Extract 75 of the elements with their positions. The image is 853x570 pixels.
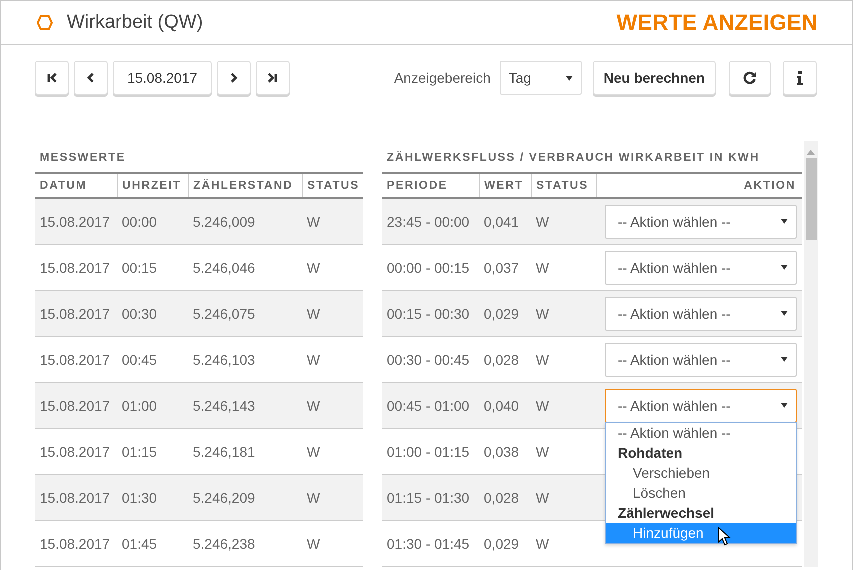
- refresh-icon: [743, 71, 757, 85]
- table-cell: 01:15 - 01:30: [382, 474, 480, 520]
- table-title: MESSWERTE: [40, 152, 126, 164]
- chevron-left-icon: [85, 72, 97, 84]
- chevron-right-icon: [228, 72, 240, 84]
- refresh-button[interactable]: [729, 61, 771, 95]
- table-cell: W: [302, 520, 364, 566]
- table-cell: W: [531, 474, 596, 520]
- date-field[interactable]: 15.08.2017: [113, 61, 212, 95]
- caret-icon: [566, 76, 573, 80]
- column-header: AKTION: [596, 173, 802, 198]
- table-cell: 0,029: [479, 290, 532, 336]
- table-cell: 5.246,075: [188, 290, 302, 336]
- table-cell: 15.08.2017: [35, 520, 117, 566]
- table-cell: W: [531, 198, 596, 244]
- table-cell: 01:45: [117, 520, 188, 566]
- scrollbar-thumb[interactable]: [806, 158, 817, 240]
- action-select[interactable]: -- Aktion wählen --: [605, 388, 798, 422]
- recalculate-button[interactable]: Neu berechnen: [592, 61, 716, 95]
- table-cell: 00:30: [117, 290, 188, 336]
- info-button[interactable]: [783, 61, 817, 95]
- range-label: Anzeigebereich: [394, 70, 491, 86]
- table-cell: 01:00: [117, 382, 188, 428]
- table-cell: 00:15 - 00:30: [382, 290, 480, 336]
- action-select[interactable]: -- Aktion wählen --: [605, 250, 798, 284]
- table-cell: 00:00: [117, 198, 188, 244]
- caret-icon: [781, 219, 788, 224]
- last-button[interactable]: [256, 61, 290, 95]
- option-group-label: Rohdaten: [617, 444, 684, 463]
- table-cell: 01:30 - 01:45: [382, 520, 480, 566]
- caret-icon: [781, 265, 788, 270]
- table-cell: 5.246,209: [188, 474, 302, 520]
- caret-icon: [781, 403, 788, 408]
- table-cell: 15.08.2017: [35, 290, 117, 336]
- next-button[interactable]: [217, 61, 251, 95]
- caret-icon: [781, 357, 788, 362]
- caret-icon: [781, 311, 788, 316]
- table-cell: W: [531, 290, 596, 336]
- dropdown-option[interactable]: Löschen: [606, 483, 796, 503]
- table-cell: 23:45 - 00:00: [382, 198, 480, 244]
- table-cell: 01:30: [117, 474, 188, 520]
- table-cell: 5.246,009: [188, 198, 302, 244]
- dropdown-option[interactable]: Verschieben: [606, 463, 796, 483]
- action-select[interactable]: -- Aktion wählen --: [605, 204, 798, 238]
- table-cell: 5.246,238: [188, 520, 302, 566]
- table-cell: W: [302, 290, 364, 336]
- table-cell: 0,041: [479, 198, 532, 244]
- skip-last-icon: [267, 72, 279, 84]
- table-cell: 0,029: [479, 520, 532, 566]
- range-select[interactable]: Tag: [500, 61, 582, 95]
- table-cell: 15.08.2017: [35, 382, 117, 428]
- option-group-label: Zählerwechsel: [617, 504, 716, 523]
- table-cell: 0,028: [479, 474, 532, 520]
- action-select[interactable]: -- Aktion wählen --: [605, 296, 798, 330]
- table-cell: 00:45 - 01:00: [382, 382, 480, 428]
- table-cell: W: [531, 382, 596, 428]
- dropdown-option[interactable]: -- Aktion wählen --: [606, 423, 796, 443]
- section-title: WERTE ANZEIGEN: [616, 10, 818, 36]
- table-cell: W: [302, 198, 364, 244]
- scrollbar[interactable]: [804, 141, 818, 567]
- table-cell: W: [302, 474, 364, 520]
- table-cell: W: [302, 382, 364, 428]
- first-button[interactable]: [35, 61, 69, 95]
- table-title: ZÄHLWERKSFLUSS / VERBRAUCH WIRKARBEIT IN KWH: [387, 152, 760, 164]
- table-cell: W: [531, 520, 596, 566]
- table-cell: 15.08.2017: [35, 474, 117, 520]
- previous-button[interactable]: [74, 61, 108, 95]
- table-cell: 5.246,143: [188, 382, 302, 428]
- hexagon-icon: [37, 14, 53, 30]
- skip-first-icon: [46, 72, 58, 84]
- table-cell: 15.08.2017: [35, 198, 117, 244]
- table-cell: 0,040: [479, 382, 532, 428]
- page-title: Wirkarbeit (QW): [67, 12, 204, 34]
- action-select[interactable]: -- Aktion wählen --: [605, 342, 798, 376]
- info-icon: [796, 71, 804, 85]
